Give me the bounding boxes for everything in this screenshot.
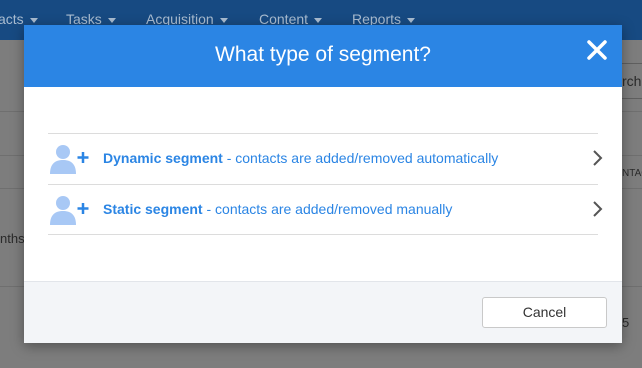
- background-search-text: rch: [622, 73, 642, 89]
- static-segment-option[interactable]: Static segment - contacts are added/remo…: [48, 184, 603, 235]
- option-description: - contacts are added/removed automatical…: [222, 150, 499, 166]
- caret-down-icon: [29, 17, 38, 23]
- chevron-right-icon: [592, 149, 604, 167]
- nav-item-label: acts: [0, 11, 24, 27]
- background-column-header: NTAC: [622, 168, 642, 179]
- caret-down-icon: [107, 17, 116, 23]
- cancel-button[interactable]: Cancel: [482, 297, 607, 328]
- option-name: Dynamic segment: [103, 150, 223, 166]
- caret-down-icon: [407, 17, 416, 23]
- caret-down-icon: [314, 17, 323, 23]
- close-icon[interactable]: [586, 39, 608, 61]
- dialog-title: What type of segment?: [215, 43, 431, 66]
- dialog-header: What type of segment?: [24, 25, 622, 87]
- add-user-icon: [50, 194, 90, 226]
- dynamic-segment-option[interactable]: Dynamic segment - contacts are added/rem…: [48, 133, 603, 184]
- caret-down-icon: [219, 17, 228, 23]
- option-name: Static segment: [103, 201, 203, 217]
- background-count-text: 5: [622, 315, 630, 330]
- dialog-footer: Cancel: [24, 281, 622, 343]
- segment-type-dialog: What type of segment? Dynamic segment - …: [24, 25, 622, 343]
- option-text: Static segment - contacts are added/remo…: [103, 201, 452, 217]
- chevron-right-icon: [592, 200, 604, 218]
- option-description: - contacts are added/removed manually: [202, 201, 453, 217]
- add-user-icon: [50, 143, 90, 175]
- background-row-text: nths: [0, 231, 25, 246]
- option-text: Dynamic segment - contacts are added/rem…: [103, 150, 498, 166]
